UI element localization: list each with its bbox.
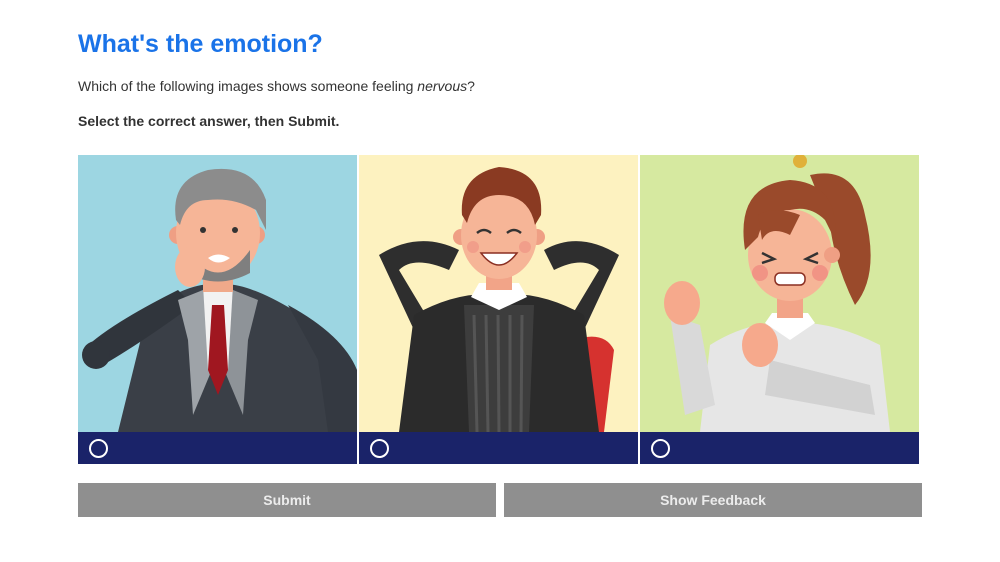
question-emphasis: nervous <box>417 78 468 94</box>
option-2-image <box>359 155 638 432</box>
option-2-radio[interactable] <box>370 439 389 458</box>
option-3-radio[interactable] <box>651 439 670 458</box>
question-prefix: Which of the following images shows some… <box>78 78 418 94</box>
instruction-text: Select the correct answer, then Submit. <box>78 113 340 129</box>
question-text: Which of the following images shows some… <box>78 78 475 94</box>
submit-button[interactable]: Submit <box>78 483 496 517</box>
answer-option-2[interactable] <box>359 155 638 464</box>
page-title: What's the emotion? <box>78 30 323 58</box>
question-suffix: ? <box>467 78 475 94</box>
option-3-image <box>640 155 919 432</box>
show-feedback-button[interactable]: Show Feedback <box>504 483 922 517</box>
option-2-bar[interactable] <box>359 432 638 464</box>
option-1-image <box>78 155 357 432</box>
answer-options <box>78 155 919 464</box>
answer-option-3[interactable] <box>640 155 919 464</box>
option-1-radio[interactable] <box>89 439 108 458</box>
option-1-bar[interactable] <box>78 432 357 464</box>
answer-option-1[interactable] <box>78 155 357 464</box>
option-3-bar[interactable] <box>640 432 919 464</box>
